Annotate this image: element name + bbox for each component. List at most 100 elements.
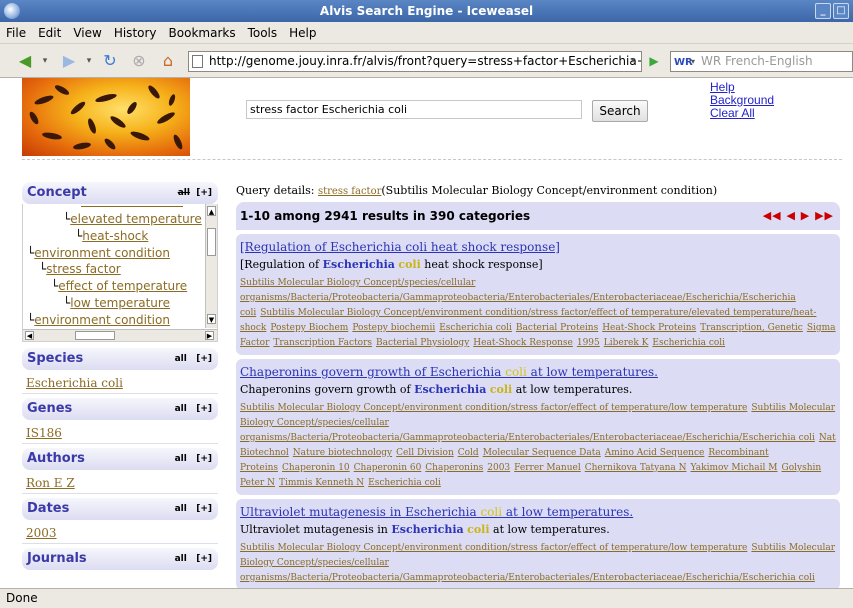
result-category-link[interactable]: 1995 bbox=[577, 338, 600, 348]
status-bar: Done bbox=[0, 588, 853, 608]
facet-value-link[interactable]: Escherichia coli bbox=[22, 370, 218, 394]
menu-tools[interactable]: Tools bbox=[242, 22, 284, 44]
facet-expand-toggle[interactable]: [+] bbox=[196, 404, 212, 414]
facet-expand-toggle[interactable]: [+] bbox=[196, 354, 212, 364]
result-category-link[interactable]: Transcription Factors bbox=[273, 338, 372, 348]
result-summary-part: at low temperatures. bbox=[489, 523, 610, 536]
concept-tree-link[interactable]: elevated temperature bbox=[70, 212, 202, 226]
search-engine-icon[interactable]: WR bbox=[674, 53, 693, 71]
facet-all-toggle[interactable]: all bbox=[175, 404, 187, 414]
result-category-link[interactable]: Amino Acid Sequence bbox=[605, 448, 705, 458]
url-history-dropdown-icon[interactable]: ▾ bbox=[626, 51, 640, 71]
result-category-link[interactable]: 2003 bbox=[487, 463, 510, 473]
url-bar[interactable]: http://genome.jouy.inra.fr/alvis/front?q… bbox=[188, 51, 642, 72]
query-details-link[interactable]: stress factor bbox=[318, 186, 381, 197]
scroll-down-arrow-icon[interactable]: ▼ bbox=[207, 314, 216, 324]
search-engine-dropdown-icon[interactable]: ▾ bbox=[691, 52, 695, 71]
home-icon[interactable]: ⌂ bbox=[156, 51, 180, 71]
result-category-link[interactable]: Molecular Sequence Data bbox=[483, 448, 601, 458]
scroll-left-arrow-icon[interactable]: ◀ bbox=[25, 331, 34, 340]
next-page-icon[interactable]: ▶ bbox=[801, 209, 810, 222]
result-category-link[interactable]: Bacterial Proteins bbox=[516, 323, 598, 333]
concept-tree-link[interactable]: effect of temperature bbox=[58, 279, 187, 293]
facet-value-link[interactable]: IS186 bbox=[22, 420, 218, 444]
scroll-up-arrow-icon[interactable]: ▲ bbox=[207, 206, 216, 216]
result-category-link[interactable]: Escherichia coli bbox=[652, 338, 725, 348]
result-summary: Chaperonins govern growth of Escherichia… bbox=[240, 381, 836, 399]
facet-all-toggle[interactable]: all bbox=[175, 504, 187, 514]
facet-all-toggle[interactable]: all bbox=[175, 554, 187, 564]
facet-value-link[interactable]: Ron E Z bbox=[22, 470, 218, 494]
reload-icon[interactable]: ↻ bbox=[98, 51, 122, 71]
result-title-link[interactable]: Chaperonins govern growth of Escherichia… bbox=[240, 364, 836, 380]
menu-bookmarks[interactable]: Bookmarks bbox=[163, 22, 242, 44]
minimize-icon[interactable]: _ bbox=[815, 3, 831, 19]
search-button[interactable]: Search bbox=[592, 100, 648, 122]
facet-expand-toggle[interactable]: [+] bbox=[196, 554, 212, 564]
result-category-link[interactable]: Timmis Kenneth N bbox=[279, 478, 364, 488]
result-category-link[interactable]: Cell Division bbox=[396, 448, 454, 458]
result-category-link[interactable]: Nature biotechnology bbox=[293, 448, 392, 458]
back-icon[interactable]: ◀ bbox=[12, 51, 38, 71]
concept-tree-link[interactable]: environment condition bbox=[34, 246, 170, 260]
result-category-link[interactable]: Escherichia coli bbox=[439, 323, 512, 333]
result-category-link[interactable]: Heat-Shock Proteins bbox=[602, 323, 696, 333]
menu-view[interactable]: View bbox=[67, 22, 107, 44]
result-title-link[interactable]: [Regulation of Escherichia coli heat sho… bbox=[240, 239, 836, 255]
facet-value-link[interactable]: 2003 bbox=[22, 520, 218, 544]
previous-page-icon[interactable]: ◀ bbox=[786, 209, 795, 222]
result-title-link[interactable]: Ultraviolet mutagenesis in Escherichia c… bbox=[240, 504, 836, 520]
menu-help[interactable]: Help bbox=[283, 22, 322, 44]
result-category-link[interactable]: Heat-Shock Response bbox=[473, 338, 573, 348]
result-category-link[interactable]: Chaperonin 10 bbox=[282, 463, 350, 473]
facet-expand-toggle[interactable]: [+] bbox=[196, 454, 212, 464]
concept-all-toggle[interactable]: all bbox=[178, 188, 190, 198]
result-category-link[interactable]: Chaperonin 60 bbox=[354, 463, 422, 473]
result-category-link[interactable]: Subtilis Molecular Biology Concept/envir… bbox=[240, 543, 747, 553]
back-dropdown-icon[interactable]: ▾ bbox=[40, 51, 50, 71]
result-category-link[interactable]: Yakimov Michail M bbox=[691, 463, 778, 473]
vertical-scroll-thumb[interactable] bbox=[207, 228, 216, 256]
result-category-link[interactable]: Chaperonins bbox=[425, 463, 483, 473]
stop-icon[interactable]: ⊗ bbox=[128, 51, 150, 71]
facet-expand-toggle[interactable]: [+] bbox=[196, 504, 212, 514]
web-search-input[interactable]: WR ▾ WR French-English bbox=[670, 51, 853, 72]
facet-all-toggle[interactable]: all bbox=[175, 454, 187, 464]
tree-horizontal-scrollbar[interactable]: ◀ ▶ bbox=[23, 329, 217, 341]
menu-file[interactable]: File bbox=[0, 22, 32, 44]
maximize-icon[interactable]: □ bbox=[833, 3, 849, 19]
result-category-link[interactable]: Subtilis Molecular Biology Concept/envir… bbox=[240, 403, 747, 413]
forward-icon[interactable]: ▶ bbox=[56, 51, 82, 71]
concept-tree-link[interactable]: low temperature bbox=[70, 296, 170, 310]
clear-all-link[interactable]: Clear All bbox=[710, 107, 774, 120]
result-category-link[interactable]: Bacterial Physiology bbox=[376, 338, 469, 348]
result-category-link[interactable]: Chernikova Tatyana N bbox=[585, 463, 687, 473]
result-category-link[interactable]: Escherichia coli bbox=[368, 478, 441, 488]
last-page-icon[interactable]: ▶▶ bbox=[815, 209, 834, 222]
search-placeholder: WR French-English bbox=[701, 54, 813, 68]
facet-header: Species all [+] bbox=[22, 348, 218, 370]
concept-tree-link[interactable]: stress factor bbox=[46, 262, 120, 276]
scroll-right-arrow-icon[interactable]: ▶ bbox=[205, 331, 214, 340]
go-icon[interactable]: ▶ bbox=[645, 51, 663, 71]
forward-dropdown-icon[interactable]: ▾ bbox=[84, 51, 94, 71]
result-category-link[interactable]: Transcription, Genetic bbox=[700, 323, 803, 333]
menu-edit[interactable]: Edit bbox=[32, 22, 67, 44]
first-page-icon[interactable]: ◀◀ bbox=[763, 209, 782, 222]
result-category-link[interactable]: Liberek K bbox=[604, 338, 649, 348]
query-input[interactable]: stress factor Escherichia coli bbox=[246, 100, 582, 119]
concept-tree-link[interactable]: environment condition bbox=[34, 313, 170, 327]
tree-vertical-scrollbar[interactable]: ▲ ▼ bbox=[205, 204, 217, 328]
facet-all-toggle[interactable]: all bbox=[175, 354, 187, 364]
result-category-link[interactable]: Ferrer Manuel bbox=[514, 463, 581, 473]
result-category-link[interactable]: Cold bbox=[458, 448, 479, 458]
concept-tree-item: └environment condition bbox=[27, 313, 170, 327]
result-category-link[interactable]: Postepy Biochem bbox=[270, 323, 348, 333]
result-category-link[interactable]: Postepy biochemii bbox=[352, 323, 435, 333]
concept-facet-header: Concept all [+] bbox=[22, 182, 218, 204]
horizontal-scroll-thumb[interactable] bbox=[75, 331, 115, 340]
concept-tree-link[interactable]: heat-shock bbox=[82, 229, 148, 243]
menu-history[interactable]: History bbox=[108, 22, 163, 44]
concept-expand-toggle[interactable]: [+] bbox=[196, 188, 212, 198]
result-title-part: Chaperonins govern growth of bbox=[240, 365, 430, 379]
